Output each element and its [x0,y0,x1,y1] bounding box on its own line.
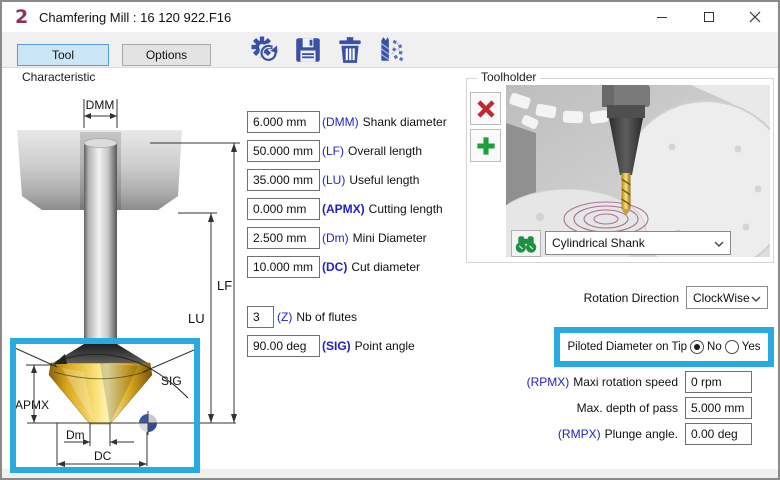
sig-input[interactable] [247,335,320,357]
maximize-icon [703,11,715,23]
toolholder-group-label: Toolholder [477,70,540,84]
title-bar: 2 Chamfering Mill : 16 120 922.F16 [2,2,778,32]
toolbar: Tool Options [2,32,778,68]
rotation-direction-value: ClockWise [693,291,750,305]
rpmx-label: (RPMX)Maxi rotation speed [442,375,678,389]
diagram-label-lf: LF [217,278,232,293]
lf-input[interactable] [247,140,320,162]
flutes-label: (Z)Nb of flutes [277,310,357,324]
apmx-input[interactable] [247,198,320,220]
piloted-diameter-label: Piloted Diameter on Tip [567,341,687,353]
apmx-label: (APMX)Cutting length [322,202,443,216]
dmm-input[interactable] [247,111,320,133]
depth-of-pass-input[interactable] [685,397,752,419]
tab-tool[interactable]: Tool [17,44,109,66]
maximize-button[interactable] [686,2,732,32]
rotation-direction-dropdown[interactable]: ClockWise [686,286,768,309]
chevron-down-icon [751,296,761,302]
rotation-direction-label: Rotation Direction [482,291,679,305]
add-toolholder-button[interactable] [470,129,501,162]
remove-toolholder-button[interactable] [470,92,501,125]
dc-label: (DC)Cut diameter [322,260,420,274]
piloted-no-label: No [707,341,722,353]
diagram-label-lu: LU [188,311,205,326]
minimize-button[interactable] [639,2,685,32]
tool-chips-icon [376,35,406,65]
app-logo: 2 [15,6,28,28]
piloted-no-radio[interactable] [690,340,704,354]
dmm-label: (DMM)Shank diameter [322,115,447,129]
dm-input[interactable] [247,227,320,249]
save-button[interactable] [293,35,323,65]
piloted-yes-label: Yes [742,341,761,353]
shank-type-value: Cylindrical Shank [552,236,645,250]
tool-data-button[interactable] [376,35,406,65]
lu-input[interactable] [247,169,320,191]
save-icon [293,35,323,65]
window-title: Chamfering Mill : 16 120 922.F16 [39,10,231,25]
shank-type-dropdown[interactable]: Cylindrical Shank [545,231,731,255]
sig-label: (SIG)Point angle [322,339,415,353]
depth-of-pass-label: Max. depth of pass [442,401,678,415]
rmpx-label: (RMPX)Plunge angle. [442,427,678,441]
add-icon [475,135,497,157]
trash-icon [335,35,365,65]
chamfering-mill-window: 2 Chamfering Mill : 16 120 922.F16 Tool … [0,0,780,480]
flutes-input[interactable] [247,306,274,328]
minimize-icon [656,11,668,23]
tip-highlight-box [10,338,200,473]
piloted-highlight-box: Piloted Diameter on Tip No Yes [554,327,774,367]
binoculars-icon [514,234,538,254]
close-icon [749,11,761,23]
diagram-label-dmm: DMM [86,98,115,112]
piloted-yes-radio[interactable] [725,340,739,354]
chevron-down-icon [714,241,724,247]
rmpx-input[interactable] [685,423,752,445]
dc-input[interactable] [247,256,320,278]
remove-icon [475,98,497,120]
dm-label: (Dm)Mini Diameter [322,231,427,245]
search-toolholder-button[interactable] [511,230,541,257]
close-button[interactable] [732,2,778,32]
lf-label: (LF)Overall length [322,144,422,158]
settings-sync-icon [250,35,280,65]
rpmx-input[interactable] [685,371,752,393]
delete-button[interactable] [335,35,365,65]
settings-sync-button[interactable] [250,35,280,65]
lu-label: (LU)Useful length [322,173,419,187]
tab-options[interactable]: Options [122,44,211,66]
